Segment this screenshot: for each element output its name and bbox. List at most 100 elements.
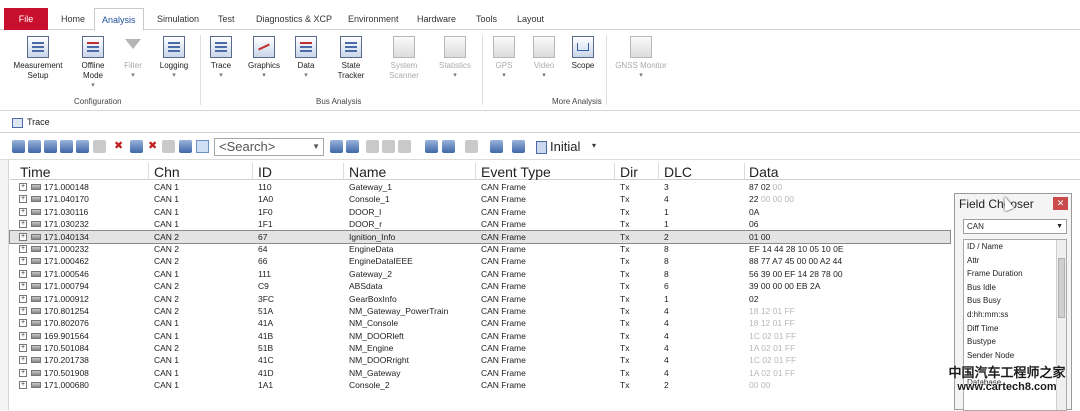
arrow-left-icon[interactable] <box>366 140 379 153</box>
font-size-icon[interactable] <box>490 140 503 153</box>
expand-icon[interactable]: + <box>19 294 27 303</box>
table-row[interactable]: +171.000680 CAN 1 1A1 Console_2 CAN Frame Tx 2… <box>10 379 950 391</box>
expand-icon[interactable]: + <box>19 282 27 291</box>
field-item[interactable]: Sender Node <box>964 349 1066 363</box>
scrollbar-thumb[interactable] <box>1058 258 1065 318</box>
search-next-icon[interactable] <box>346 140 359 153</box>
table-row[interactable]: +171.040170 CAN 1 1A0 Console_1 CAN Frame Tx 4… <box>10 193 950 205</box>
toolbar-columns-icon[interactable] <box>28 140 41 153</box>
search-previous-icon[interactable] <box>330 140 343 153</box>
column-header-data[interactable]: Data <box>749 164 779 180</box>
data-button[interactable]: Data ▾ <box>290 36 322 81</box>
toolbar-time-icon[interactable] <box>60 140 73 153</box>
table-row[interactable]: +171.030116 CAN 1 1F0 DOOR_l CAN Frame Tx 1 0A <box>10 206 950 218</box>
state-tracker-button[interactable]: State Tracker <box>330 36 372 81</box>
expand-icon[interactable]: + <box>19 344 27 353</box>
tab-simulation[interactable]: Simulation <box>157 8 199 30</box>
trace-button[interactable]: Trace ▾ <box>205 36 237 81</box>
field-category-select[interactable]: CAN ▼ <box>963 219 1067 234</box>
expand-icon[interactable]: + <box>19 381 27 390</box>
table-row[interactable]: +171.000148 CAN 1 110 Gateway_1 CAN Frame Tx 3… <box>10 181 950 193</box>
table-row[interactable]: +170.801254 CAN 2 51A NM_Gateway_PowerTrain… <box>10 305 950 317</box>
arrow-right-icon[interactable] <box>382 140 395 153</box>
column-header-id[interactable]: ID <box>258 164 272 180</box>
tab-diagnostics-xcp[interactable]: Diagnostics & XCP <box>256 8 332 30</box>
column-divider[interactable] <box>744 163 745 180</box>
column-divider[interactable] <box>252 163 253 180</box>
statistics-button[interactable]: Statistics ▾ <box>434 36 476 81</box>
table-row[interactable]: +170.501908 CAN 1 41D NM_Gateway CAN Frame Tx… <box>10 367 950 379</box>
table-row[interactable]: +171.000462 CAN 2 66 EngineDataIEEE CAN Fram… <box>10 255 950 267</box>
table-row[interactable]: +171.000794 CAN 2 C9 ABSdata CAN Frame Tx 6 39 … <box>10 280 950 292</box>
toolbar-chart-icon[interactable] <box>76 140 89 153</box>
video-button[interactable]: Video ▾ <box>528 36 560 81</box>
tab-home[interactable]: Home <box>61 8 85 30</box>
expand-icon[interactable]: + <box>19 195 27 204</box>
table-row[interactable]: +170.802076 CAN 1 41A NM_Console CAN Frame Tx… <box>10 317 950 329</box>
table-row[interactable]: +170.501084 CAN 2 51B NM_Engine CAN Frame Tx 4… <box>10 342 950 354</box>
expand-icon[interactable]: + <box>19 207 27 216</box>
table-row[interactable]: +171.030232 CAN 1 1F1 DOOR_r CAN Frame Tx 1 06 <box>10 218 950 230</box>
toolbar-detail-icon[interactable] <box>130 140 143 153</box>
tab-file[interactable]: File <box>4 8 48 30</box>
expand-icon[interactable]: + <box>19 232 27 241</box>
layout-select[interactable]: Initial <box>550 139 580 154</box>
expand-icon[interactable]: + <box>19 220 27 229</box>
tab-tools[interactable]: Tools <box>476 8 497 30</box>
table-row[interactable]: +169.901564 CAN 1 41B NM_DOORleft CAN Frame T… <box>10 330 950 342</box>
column-header-event-type[interactable]: Event Type <box>481 164 551 180</box>
expand-icon[interactable]: + <box>19 306 27 315</box>
toolbar-filter-icon[interactable] <box>196 140 209 153</box>
column-divider[interactable] <box>148 163 149 180</box>
toolbar-predefined-filter-icon[interactable] <box>179 140 192 153</box>
table-row[interactable]: +171.000232 CAN 2 64 EngineData CAN Frame Tx 8… <box>10 243 950 255</box>
tab-layout[interactable]: Layout <box>517 8 544 30</box>
chevron-down-icon[interactable]: ▾ <box>592 141 596 150</box>
table-row[interactable]: +171.000546 CAN 1 111 Gateway_2 CAN Frame Tx 8… <box>10 268 950 280</box>
toolbar-copy-icon[interactable] <box>425 140 438 153</box>
table-row[interactable]: +170.201738 CAN 1 41C NM_DOORright CAN Frame… <box>10 354 950 366</box>
measurement-setup-button[interactable]: Measurement Setup <box>8 36 68 81</box>
expand-icon[interactable]: + <box>19 183 27 191</box>
gps-button[interactable]: GPS ▾ <box>488 36 520 81</box>
field-item[interactable]: Attr <box>964 254 1066 268</box>
toolbar-layout-icon[interactable] <box>465 140 478 153</box>
column-header-time[interactable]: Time <box>20 164 51 180</box>
toolbar-display-icon[interactable] <box>512 140 525 153</box>
close-icon[interactable]: ✕ <box>1053 197 1068 210</box>
table-row[interactable]: +171.040134 CAN 2 67 Ignition_Info CAN Frame… <box>9 229 951 244</box>
toolbar-marker-icon[interactable] <box>398 140 411 153</box>
field-item[interactable]: Bustype <box>964 335 1066 349</box>
tab-hardware[interactable]: Hardware <box>417 8 456 30</box>
column-divider[interactable] <box>614 163 615 180</box>
column-header-dlc[interactable]: DLC <box>664 164 692 180</box>
tab-analysis[interactable]: Analysis <box>94 8 144 31</box>
expand-icon[interactable]: + <box>19 356 27 365</box>
system-scanner-button[interactable]: System Scanner <box>380 36 428 81</box>
toolbar-scroll-icon[interactable] <box>44 140 57 153</box>
column-header-name[interactable]: Name <box>349 164 386 180</box>
column-header-dir[interactable]: Dir <box>620 164 638 180</box>
field-item[interactable]: d:hh:mm:ss <box>964 308 1066 322</box>
tab-test[interactable]: Test <box>218 8 235 30</box>
scope-button[interactable]: Scope <box>567 36 599 71</box>
tab-environment[interactable]: Environment <box>348 8 399 30</box>
expand-icon[interactable]: + <box>19 319 27 328</box>
graphics-button[interactable]: Graphics ▾ <box>244 36 284 81</box>
logging-button[interactable]: Logging ▾ <box>155 36 193 81</box>
expand-icon[interactable]: + <box>19 269 27 278</box>
column-divider[interactable] <box>475 163 476 180</box>
field-item[interactable]: ID / Name <box>964 240 1066 254</box>
expand-icon[interactable]: + <box>19 331 27 340</box>
column-divider[interactable] <box>658 163 659 180</box>
field-item[interactable]: Bus Idle <box>964 281 1066 295</box>
toolbar-view-icon[interactable] <box>12 140 25 153</box>
toolbar-attribute-icon[interactable] <box>162 140 175 153</box>
expand-icon[interactable]: + <box>19 368 27 377</box>
expand-icon[interactable]: + <box>19 244 27 253</box>
column-header-chn[interactable]: Chn <box>154 164 180 180</box>
field-item[interactable]: Frame Duration <box>964 267 1066 281</box>
column-divider[interactable] <box>343 163 344 180</box>
field-item[interactable]: Bus Busy <box>964 294 1066 308</box>
field-item[interactable]: Diff Time <box>964 322 1066 336</box>
